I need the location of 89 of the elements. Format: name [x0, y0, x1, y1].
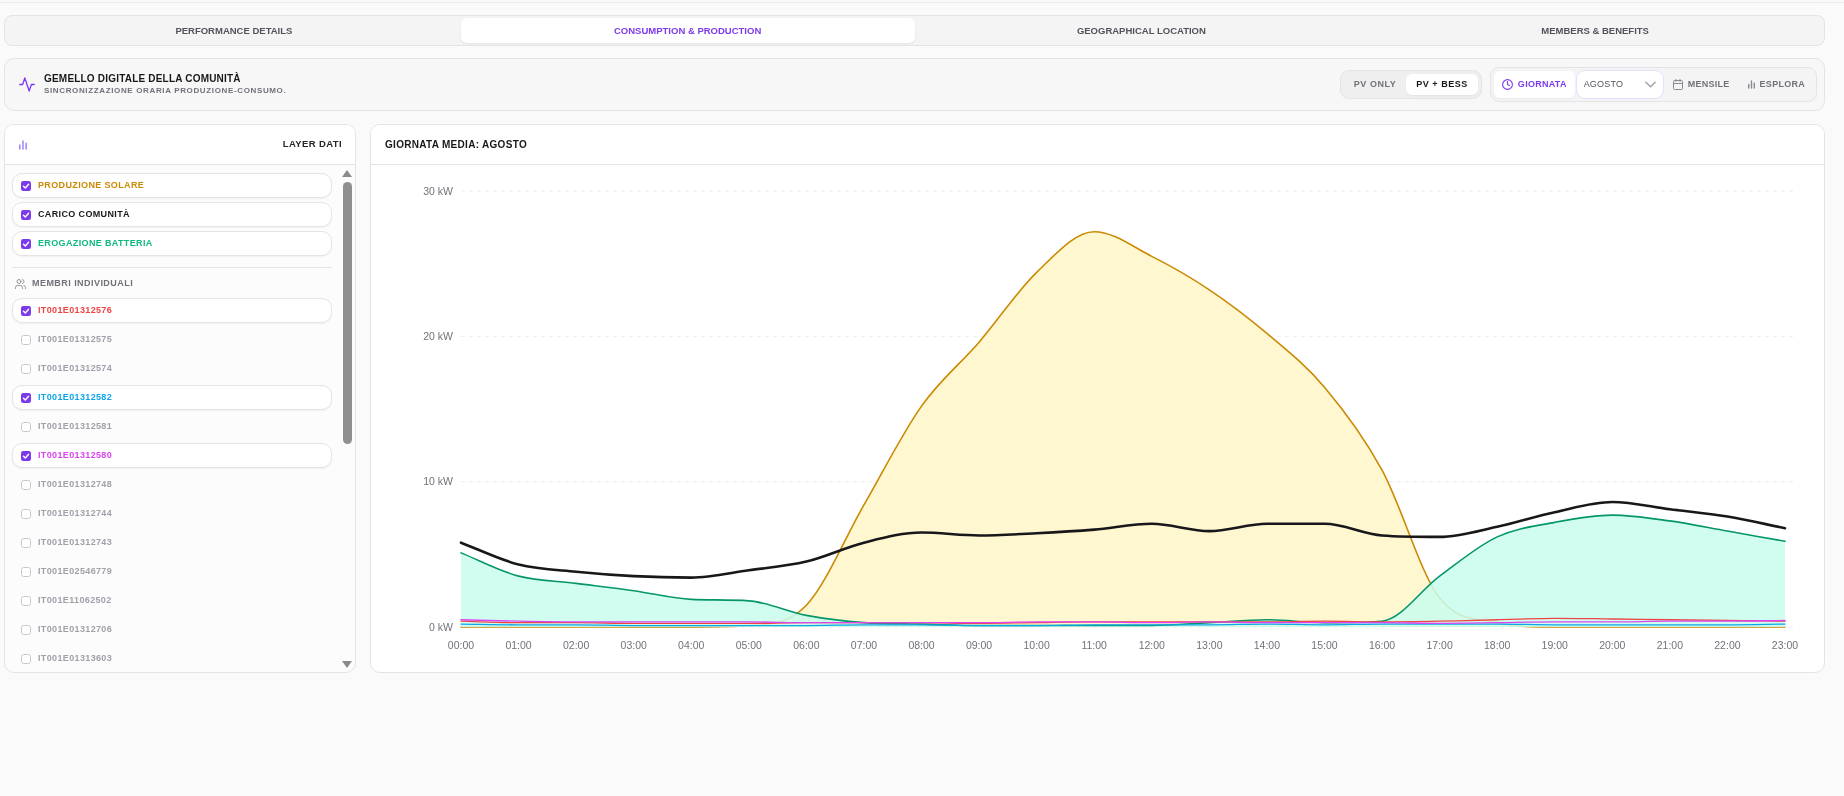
- view-button[interactable]: MENSILE: [1664, 71, 1738, 98]
- checkbox[interactable]: [21, 508, 31, 519]
- chevron-down-icon: [1644, 81, 1656, 88]
- layer-label: IT001E01313603: [38, 654, 113, 663]
- x-axis-label: 09:00: [965, 639, 993, 651]
- layer-label: IT001E11062502: [38, 596, 112, 605]
- x-axis-label: 12:00: [1138, 639, 1165, 651]
- layer-label: IT001E01312575: [38, 335, 113, 344]
- layer-label: IT001E01312582: [38, 393, 113, 402]
- x-axis-label: 11:00: [1081, 639, 1107, 651]
- checkbox[interactable]: [21, 479, 31, 490]
- x-axis-label: 16:00: [1368, 639, 1396, 651]
- x-axis-label: 22:00: [1714, 639, 1741, 651]
- calendar-icon: [1672, 79, 1683, 90]
- view-button[interactable]: GIORNATA: [1493, 71, 1575, 98]
- section-heading: MEMBRI INDIVIDUALI: [32, 277, 134, 291]
- layer-item[interactable]: CARICO COMUNITÀ: [12, 202, 332, 227]
- layer-item[interactable]: IT001E01312580: [12, 443, 332, 468]
- tab[interactable]: CONSUMPTION & PRODUCTION: [460, 18, 915, 43]
- checkbox[interactable]: [21, 537, 31, 548]
- x-axis-label: 10:00: [1023, 639, 1050, 651]
- layer-label: PRODUZIONE SOLARE: [38, 181, 145, 190]
- y-axis-label: 0 kW: [429, 620, 453, 633]
- y-axis-label: 10 kW: [423, 475, 453, 488]
- checkbox[interactable]: [21, 180, 31, 191]
- layer-label: IT001E01312748: [38, 480, 113, 489]
- x-axis-label: 21:00: [1656, 639, 1683, 651]
- x-axis-label: 07:00: [850, 639, 878, 651]
- layer-label: IT001E02546779: [38, 567, 113, 576]
- x-axis-label: 06:00: [793, 639, 820, 651]
- view-button[interactable]: ESPLORA: [1739, 71, 1813, 98]
- x-axis-label: 02:00: [563, 639, 590, 651]
- x-axis-label: 19:00: [1541, 639, 1568, 651]
- checkbox[interactable]: [21, 209, 31, 220]
- checkbox[interactable]: [21, 450, 31, 461]
- y-axis-label: 20 kW: [423, 329, 453, 342]
- x-axis-label: 17:00: [1426, 639, 1453, 651]
- x-axis-label: 18:00: [1484, 639, 1511, 651]
- x-axis-label: 20:00: [1599, 639, 1626, 651]
- scroll-up-button[interactable]: [342, 170, 352, 177]
- x-axis-label: 00:00: [447, 639, 475, 651]
- panel-subtitle: SINCRONIZZAZIONE ORARIA PRODUZIONE-CONSUMO.: [44, 85, 287, 96]
- checkbox[interactable]: [21, 238, 31, 249]
- checkbox[interactable]: [21, 363, 31, 374]
- layer-label: CARICO COMUNITÀ: [38, 210, 130, 219]
- panel-title: LAYER DATI: [282, 137, 342, 152]
- checkbox[interactable]: [21, 305, 31, 316]
- x-axis-label: 01:00: [505, 639, 532, 651]
- layer-label: IT001E01312743: [38, 538, 113, 547]
- layer-label: IT001E01312574: [38, 364, 113, 373]
- bar-chart-icon: [1747, 80, 1755, 89]
- scrollbar-thumb[interactable]: [342, 182, 352, 444]
- mode-toggle-button[interactable]: PV + BESS: [1406, 74, 1478, 95]
- checkbox[interactable]: [21, 624, 31, 635]
- panel-title: GIORNATA MEDIA: AGOSTO: [385, 138, 527, 152]
- x-axis-label: 14:00: [1253, 639, 1281, 651]
- panel-title: GEMELLO DIGITALE DELLA COMUNITÀ: [44, 73, 242, 86]
- pulse-icon: [19, 77, 35, 92]
- mode-toggle-button[interactable]: PV ONLY: [1343, 74, 1407, 95]
- x-axis-label: 05:00: [735, 639, 762, 651]
- layer-label: IT001E01312580: [38, 451, 113, 460]
- tab[interactable]: PERFORMANCE DETAILS: [7, 18, 461, 43]
- layer-item[interactable]: IT001E01312576: [12, 298, 332, 323]
- clock-icon: [1501, 79, 1513, 90]
- checkbox[interactable]: [21, 334, 31, 345]
- checkbox[interactable]: [21, 653, 31, 664]
- x-axis-label: 15:00: [1311, 639, 1338, 651]
- checkbox[interactable]: [21, 421, 31, 432]
- layer-label: IT001E01312576: [38, 306, 113, 315]
- checkbox[interactable]: [21, 392, 31, 403]
- checkbox[interactable]: [21, 595, 31, 606]
- bar-chart-icon: [19, 139, 27, 150]
- layer-label: IT001E01312706: [38, 625, 113, 634]
- x-axis-label: 13:00: [1196, 639, 1223, 651]
- month-dropdown[interactable]: AGOSTO: [1576, 71, 1663, 98]
- checkbox[interactable]: [21, 566, 31, 577]
- tab[interactable]: GEOGRAPHICAL LOCATION: [914, 18, 1369, 43]
- x-axis-label: 03:00: [620, 639, 647, 651]
- layer-label: EROGAZIONE BATTERIA: [38, 239, 153, 248]
- x-axis-label: 08:00: [908, 639, 935, 651]
- x-axis-label: 23:00: [1771, 639, 1799, 651]
- layer-label: IT001E01312581: [38, 422, 113, 431]
- y-axis-label: 30 kW: [423, 184, 453, 197]
- users-icon: [15, 279, 26, 289]
- layer-label: IT001E01312744: [38, 509, 113, 518]
- layer-item[interactable]: PRODUZIONE SOLARE: [12, 173, 332, 198]
- scroll-down-button[interactable]: [342, 661, 352, 668]
- x-axis-label: 04:00: [678, 639, 705, 651]
- tab[interactable]: MEMBERS & BENEFITS: [1368, 18, 1822, 43]
